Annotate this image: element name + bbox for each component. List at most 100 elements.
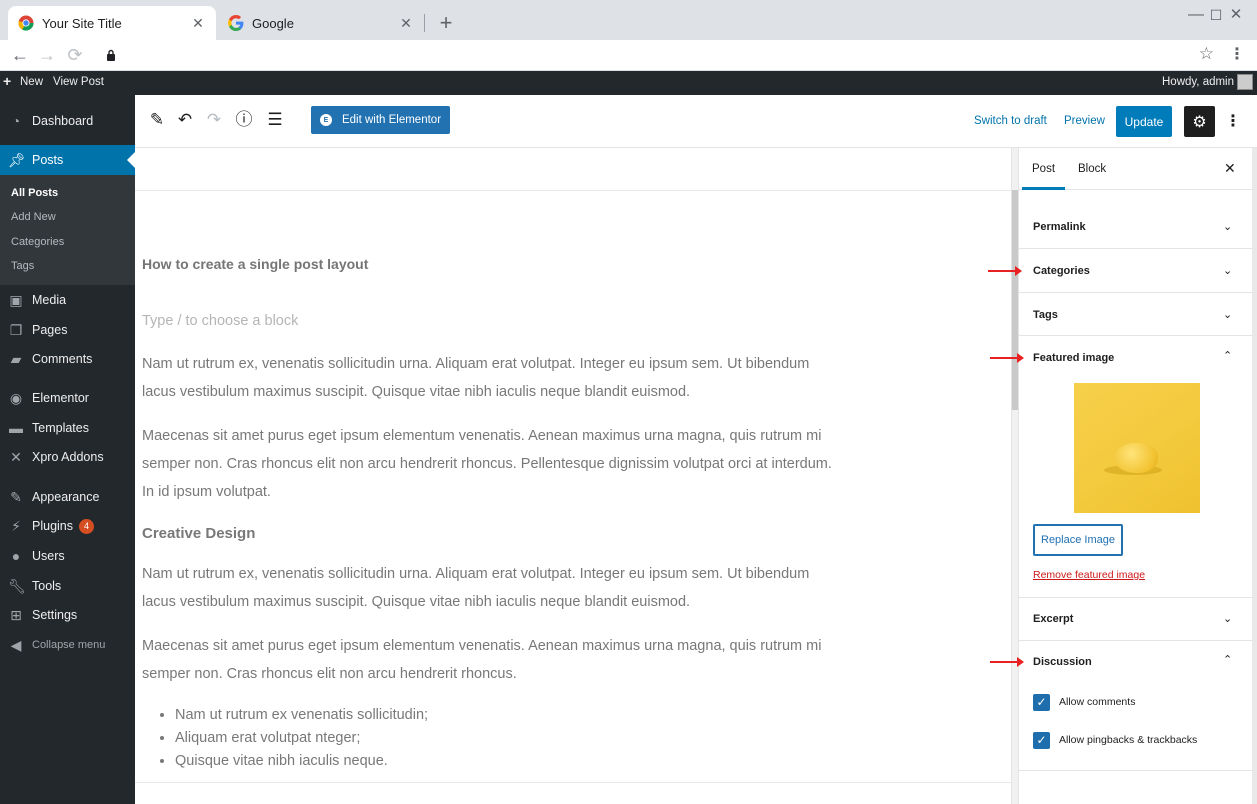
sidebar-item-comments[interactable]: ▰ Comments (0, 344, 135, 374)
paragraph-block[interactable]: Maecenas sit amet purus eget ipsum eleme… (142, 422, 847, 506)
pin-icon: 📌︎ (8, 152, 26, 168)
browser-tab-google[interactable]: Google ✕ (218, 6, 424, 40)
admin-bar-view-post[interactable]: View Post (53, 76, 104, 88)
switch-to-draft-button[interactable]: Switch to draft (974, 115, 1047, 127)
plugin-icon: ⚡︎ (11, 518, 21, 534)
list-view-icon[interactable]: ☰ (264, 109, 286, 131)
sidebar-item-label: Pages (32, 323, 68, 337)
replace-image-button[interactable]: Replace Image (1033, 524, 1123, 556)
forward-icon[interactable]: → (36, 44, 58, 66)
submenu-add-new[interactable]: Add New (11, 211, 56, 223)
block-placeholder[interactable]: Type / to choose a block (142, 313, 298, 329)
close-icon[interactable]: ✕ (1224, 160, 1236, 177)
back-icon[interactable]: ← (9, 44, 31, 66)
tab-post[interactable]: Post (1021, 163, 1066, 190)
sidebar-item-posts[interactable]: 📌︎ Posts (0, 145, 135, 175)
heading-block[interactable]: Creative Design (142, 525, 255, 542)
comments-icon: ▰ (10, 351, 22, 367)
sidebar-item-label: Appearance (32, 490, 100, 504)
settings-gear-icon[interactable]: ⚙ (1184, 106, 1215, 137)
more-options-icon[interactable]: ⋮ (1225, 111, 1241, 131)
folder-icon: ▬ (9, 420, 23, 436)
tab-block[interactable]: Block (1078, 163, 1106, 175)
update-count-badge: 4 (79, 518, 94, 534)
annotation-arrow (988, 266, 1022, 276)
editor-toolbar: ✎ ↶ ↷ ⓘ ☰ E Edit with Elementor Switch t… (135, 95, 1257, 148)
paragraph-block[interactable]: Nam ut rutrum ex, venenatis sollicitudin… (142, 560, 847, 616)
sidebar-item-dashboard[interactable]: ◔ Dashboard (0, 106, 135, 136)
permalink-section[interactable]: Permalink ⌄ (1019, 205, 1253, 249)
sidebar-item-xpro-addons[interactable]: ✕ Xpro Addons (0, 442, 135, 472)
section-title: Tags (1033, 309, 1058, 321)
settings-sidebar: Post Block ✕ Permalink ⌄ Categories ⌄ Ta… (1018, 148, 1257, 804)
excerpt-section[interactable]: Excerpt ⌄ (1019, 598, 1253, 641)
submenu-categories[interactable]: Categories (11, 236, 64, 248)
reload-icon[interactable]: ⟳ (64, 44, 86, 66)
allow-pingbacks-checkbox[interactable]: ✓ (1033, 732, 1050, 749)
submenu-all-posts[interactable]: All Posts (11, 187, 58, 199)
admin-sidebar: ◔ Dashboard 📌︎ Posts All Posts Add New C… (0, 95, 135, 804)
divider (135, 782, 1011, 783)
checkbox-label: Allow comments (1059, 696, 1136, 708)
edit-with-elementor-button[interactable]: E Edit with Elementor (311, 106, 450, 134)
redo-icon[interactable]: ↷ (203, 109, 225, 131)
elementor-icon: ◉ (9, 390, 23, 406)
section-title: Excerpt (1033, 613, 1074, 625)
allow-comments-checkbox[interactable]: ✓ (1033, 694, 1050, 711)
bookmark-star-icon[interactable]: ☆ (1199, 44, 1214, 64)
sidebar-item-tools[interactable]: 🔧︎ Tools (0, 571, 135, 601)
remove-featured-image-link[interactable]: Remove featured image (1033, 569, 1145, 581)
preview-button[interactable]: Preview (1064, 115, 1105, 127)
sidebar-item-pages[interactable]: ❐ Pages (0, 315, 135, 345)
sidebar-item-label: Xpro Addons (32, 450, 104, 464)
section-title[interactable]: Featured image (1033, 352, 1114, 364)
annotation-arrow (990, 657, 1024, 667)
undo-icon[interactable]: ↶ (174, 109, 196, 131)
sidebar-item-appearance[interactable]: ✎ Appearance (0, 482, 135, 512)
close-icon[interactable]: ✕ (190, 15, 206, 32)
featured-image[interactable] (1074, 383, 1200, 513)
divider (135, 190, 1011, 191)
list-block[interactable]: Nam ut rutrum ex venenatis sollicitudin;… (175, 704, 428, 773)
brush-icon: ✎ (10, 489, 22, 505)
submenu-tags[interactable]: Tags (11, 260, 34, 272)
lock-icon (106, 48, 116, 66)
pencil-icon[interactable]: ✎ (146, 109, 168, 131)
omnibox[interactable]: ☆ (98, 44, 1222, 68)
tab-title: Your Site Title (42, 15, 122, 31)
sidebar-item-plugins[interactable]: ⚡︎ Plugins 4 (0, 511, 135, 541)
collapse-menu-button[interactable]: ◀ Collapse menu (0, 630, 135, 660)
sidebar-item-media[interactable]: ▣ Media (0, 285, 135, 315)
sidebar-item-label: Plugins (32, 519, 73, 533)
paragraph-block[interactable]: Nam ut rutrum ex, venenatis sollicitudin… (142, 350, 847, 406)
chevron-up-icon[interactable]: ⌃ (1223, 349, 1232, 362)
sidebar-item-label: Settings (32, 608, 78, 622)
chevron-up-icon[interactable]: ⌃ (1223, 653, 1232, 666)
sidebar-item-templates[interactable]: ▬ Templates (0, 413, 135, 443)
plus-icon[interactable]: + (3, 73, 11, 89)
update-button[interactable]: Update (1116, 106, 1172, 137)
close-icon[interactable]: ✕ (398, 15, 414, 32)
window-close-button[interactable]: ✕ (1216, 4, 1256, 26)
admin-bar-greeting[interactable]: Howdy, admin (1162, 76, 1234, 88)
editor-canvas: How to create a single post layout Type … (135, 148, 1011, 804)
categories-section[interactable]: Categories ⌄ (1019, 249, 1253, 293)
sidebar-item-label: Users (32, 549, 65, 563)
sidebar-item-settings[interactable]: ⊞ Settings (0, 600, 135, 630)
post-title[interactable]: How to create a single post layout (142, 256, 368, 272)
sidebar-item-elementor[interactable]: ◉ Elementor (0, 383, 135, 413)
section-title[interactable]: Discussion (1033, 656, 1092, 668)
sidebar-item-label: Templates (32, 421, 89, 435)
sidebar-item-users[interactable]: ● Users (0, 541, 135, 571)
tags-section[interactable]: Tags ⌄ (1019, 293, 1253, 336)
browser-menu-icon[interactable]: ⋮ (1229, 44, 1245, 64)
chevron-down-icon: ⌄ (1223, 613, 1233, 625)
paragraph-block[interactable]: Maecenas sit amet purus eget ipsum eleme… (142, 632, 847, 688)
settings-icon: ⊞ (10, 607, 22, 623)
avatar[interactable] (1237, 74, 1253, 90)
info-icon[interactable]: ⓘ (233, 109, 255, 131)
new-tab-button[interactable]: + (434, 10, 458, 36)
collapse-icon: ◀ (10, 637, 22, 653)
admin-bar-new[interactable]: New (20, 76, 43, 88)
browser-tab-active[interactable]: Your Site Title ✕ (8, 6, 216, 40)
